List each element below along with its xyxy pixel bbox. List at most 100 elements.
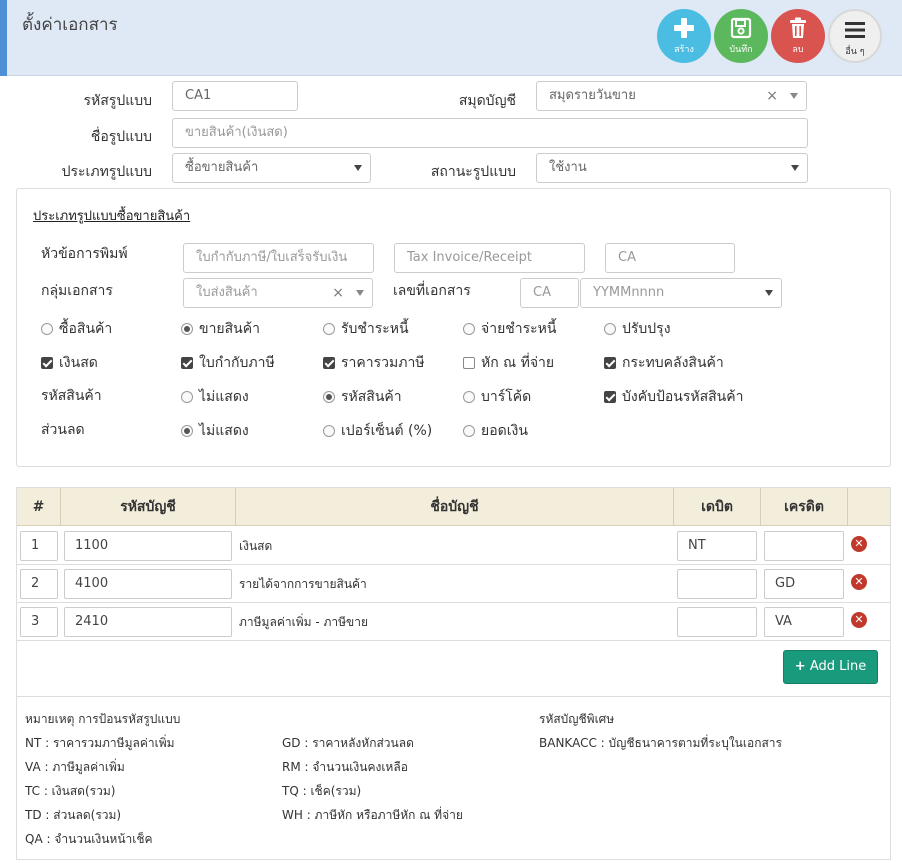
account-code-input[interactable]: 2410 bbox=[64, 607, 232, 637]
journal-select[interactable]: สมุดรายวันขาย × bbox=[536, 81, 807, 111]
checkbox-label: บังคับป้อนรหัสสินค้า bbox=[622, 389, 744, 405]
account-lines-table: # รหัสบัญชี ชื่อบัญชี เดบิต เครดิต 1 110… bbox=[16, 487, 891, 860]
account-name: ภาษีมูลค่าเพิ่ม - ภาษีขาย bbox=[239, 615, 368, 629]
credit-input[interactable] bbox=[764, 531, 844, 561]
checkbox-label: หัก ณ ที่จ่าย bbox=[481, 355, 555, 371]
radio-circle bbox=[181, 425, 193, 437]
remove-row-icon[interactable]: ✕ bbox=[851, 574, 867, 590]
debit-input[interactable] bbox=[677, 569, 757, 599]
plus-icon bbox=[657, 15, 711, 41]
print-title-label: หัวข้อการพิมพ์ bbox=[41, 246, 128, 262]
table-row: 2 4100 รายได้จากการขายสินค้า GD ✕ bbox=[17, 565, 890, 603]
delete-button[interactable]: ลบ bbox=[771, 9, 825, 63]
page-title: ตั้งค่าเอกสาร bbox=[22, 15, 118, 35]
save-button-label: บันทึก bbox=[729, 45, 753, 55]
check-cash[interactable]: เงินสด bbox=[41, 352, 98, 374]
radio-adjust[interactable]: ปรับปรุง bbox=[604, 318, 671, 340]
journal-select-value: สมุดรายวันขาย bbox=[549, 88, 636, 103]
checkbox-label: กระทบคลังสินค้า bbox=[622, 355, 724, 371]
radio-circle bbox=[463, 323, 475, 335]
radio-circle bbox=[181, 391, 193, 403]
radio-sell[interactable]: ขายสินค้า bbox=[181, 318, 260, 340]
doc-no-prefix-input[interactable]: CA bbox=[520, 278, 579, 308]
type-select-value: ซื้อขายสินค้า bbox=[185, 160, 259, 175]
doc-no-format-select[interactable]: YYMMnnnn bbox=[580, 278, 782, 308]
note-item: TQ : เช็ค(รวม) bbox=[282, 784, 362, 798]
chevron-down-icon bbox=[354, 165, 362, 171]
col-header-account-code: รหัสบัญชี bbox=[61, 488, 236, 526]
name-input[interactable]: ขายสินค้า(เงินสด) bbox=[172, 118, 808, 148]
col-header-action bbox=[848, 488, 890, 526]
notes-section: หมายเหตุ การป้อนรหัสรูปแบบ NT : ราคารวมภ… bbox=[17, 696, 890, 860]
special-accounts-title: รหัสบัญชีพิเศษ bbox=[539, 712, 615, 726]
radio-buy[interactable]: ซื้อสินค้า bbox=[41, 318, 112, 340]
check-withholding[interactable]: หัก ณ ที่จ่าย bbox=[463, 352, 554, 374]
note-item: VA : ภาษีมูลค่าเพิ่ม bbox=[25, 760, 125, 774]
status-select[interactable]: ใช้งาน bbox=[536, 153, 808, 183]
row-no-input[interactable]: 3 bbox=[20, 607, 58, 637]
doc-no-label: เลขที่เอกสาร bbox=[393, 283, 471, 299]
print-title-th-input[interactable]: ใบกำกับภาษี/ใบเสร็จรับเงิน bbox=[183, 243, 374, 273]
doc-group-select[interactable]: ใบส่งสินค้า × bbox=[183, 278, 373, 308]
table-row: 1 1100 เงินสด NT ✕ bbox=[17, 527, 890, 565]
clear-icon[interactable]: × bbox=[332, 279, 344, 307]
checkbox-box bbox=[323, 357, 335, 369]
radio-code-product[interactable]: รหัสสินค้า bbox=[323, 386, 402, 408]
radio-label: รับชำระหนี้ bbox=[341, 321, 409, 337]
credit-input[interactable]: GD bbox=[764, 569, 844, 599]
journal-label: สมุดบัญชี bbox=[458, 93, 516, 109]
radio-label: ไม่แสดง bbox=[199, 423, 249, 439]
radio-circle bbox=[323, 391, 335, 403]
chevron-down-icon bbox=[356, 290, 364, 296]
create-button[interactable]: สร้าง bbox=[657, 9, 711, 63]
radio-circle bbox=[604, 323, 616, 335]
remove-row-icon[interactable]: ✕ bbox=[851, 612, 867, 628]
radio-circle bbox=[181, 323, 193, 335]
debit-input[interactable] bbox=[677, 607, 757, 637]
radio-code-hide[interactable]: ไม่แสดง bbox=[181, 386, 249, 408]
radio-circle bbox=[463, 425, 475, 437]
debit-input[interactable]: NT bbox=[677, 531, 757, 561]
clear-icon[interactable]: × bbox=[766, 82, 778, 110]
notes-title: หมายเหตุ การป้อนรหัสรูปแบบ bbox=[25, 712, 181, 726]
create-button-label: สร้าง bbox=[674, 45, 694, 55]
code-input[interactable]: CA1 bbox=[172, 81, 298, 111]
check-tax-invoice[interactable]: ใบกำกับภาษี bbox=[181, 352, 275, 374]
radio-label: ซื้อสินค้า bbox=[59, 321, 113, 337]
radio-label: ยอดเงิน bbox=[481, 423, 528, 439]
chevron-down-icon bbox=[790, 93, 798, 99]
print-title-code-input[interactable]: CA bbox=[605, 243, 735, 273]
radio-receive-payment[interactable]: รับชำระหนี้ bbox=[323, 318, 409, 340]
add-line-button[interactable]: + Add Line bbox=[783, 650, 878, 684]
remove-row-icon[interactable]: ✕ bbox=[851, 536, 867, 552]
menu-icon bbox=[830, 17, 880, 43]
radio-code-barcode[interactable]: บาร์โค้ด bbox=[463, 386, 531, 408]
checkbox-box bbox=[41, 357, 53, 369]
note-item: QA : จำนวนเงินหน้าเช็ค bbox=[25, 832, 153, 846]
save-button[interactable]: บันทึก bbox=[714, 9, 768, 63]
radio-label: ไม่แสดง bbox=[199, 389, 249, 405]
type-select[interactable]: ซื้อขายสินค้า bbox=[172, 153, 371, 183]
more-button[interactable]: อื่น ๆ bbox=[828, 9, 882, 63]
radio-circle bbox=[323, 425, 335, 437]
check-price-incl-tax[interactable]: ราคารวมภาษี bbox=[323, 352, 425, 374]
col-header-no: # bbox=[17, 488, 61, 526]
check-affect-inventory[interactable]: กระทบคลังสินค้า bbox=[604, 352, 724, 374]
radio-discount-hide[interactable]: ไม่แสดง bbox=[181, 420, 249, 442]
credit-input[interactable]: VA bbox=[764, 607, 844, 637]
radio-discount-amount[interactable]: ยอดเงิน bbox=[463, 420, 528, 442]
plus-icon: + bbox=[794, 659, 806, 674]
check-force-code[interactable]: บังคับป้อนรหัสสินค้า bbox=[604, 386, 743, 408]
radio-pay-debt[interactable]: จ่ายชำระหนี้ bbox=[463, 318, 556, 340]
print-title-en-input[interactable]: Tax Invoice/Receipt bbox=[394, 243, 585, 273]
row-no-input[interactable]: 2 bbox=[20, 569, 58, 599]
account-code-input[interactable]: 1100 bbox=[64, 531, 232, 561]
note-item: GD : ราคาหลังหักส่วนลด bbox=[282, 736, 414, 750]
checkbox-box bbox=[604, 357, 616, 369]
radio-discount-percent[interactable]: เปอร์เซ็นต์ (%) bbox=[323, 420, 432, 442]
table-header: # รหัสบัญชี ชื่อบัญชี เดบิต เครดิต bbox=[17, 488, 890, 526]
row-no-input[interactable]: 1 bbox=[20, 531, 58, 561]
account-code-input[interactable]: 4100 bbox=[64, 569, 232, 599]
checkbox-label: เงินสด bbox=[59, 355, 98, 371]
radio-circle bbox=[323, 323, 335, 335]
